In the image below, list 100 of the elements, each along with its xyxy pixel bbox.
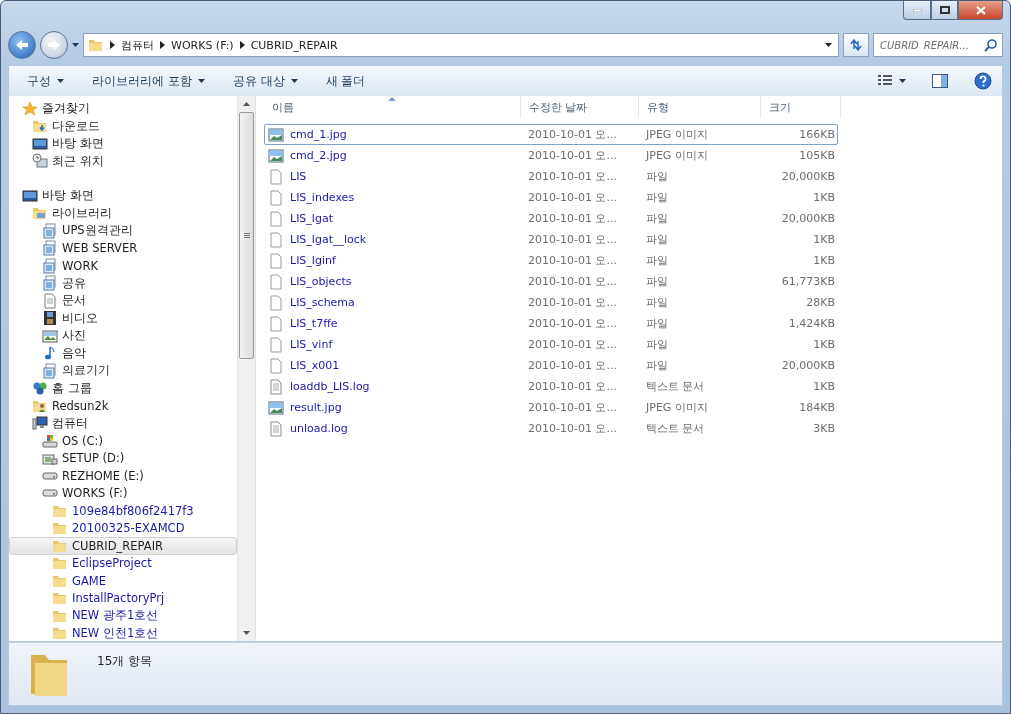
nav-item[interactable]: SETUP (D:) [9,449,237,467]
text-file-icon [268,420,284,437]
nav-item[interactable]: 컴퓨터 [9,414,237,432]
file-name: LIS_t7ffe [290,317,338,330]
downloads-folder-icon [32,118,48,135]
nav-item[interactable]: 바탕 화면 [9,135,237,153]
file-row[interactable]: LIS_lgat__lock 2010-10-01 오... 파일 1KB [264,229,838,250]
type-cell-text: 파일 [645,232,669,247]
size-cell-text: 20,000KB [780,170,835,183]
size-cell-text: 1KB [812,254,835,267]
nav-item[interactable]: 공유 [9,274,237,292]
text-file-icon [268,378,284,395]
breadcrumb[interactable]: CUBRID_REPAIR [250,38,338,52]
forward-button[interactable] [40,31,68,59]
scrollbar[interactable] [237,96,255,641]
file-row[interactable]: LIS_lgat 2010-10-01 오... 파일 20,000KB [264,208,838,229]
file-row[interactable]: LIS_x001 2010-10-01 오... 파일 20,000KB [264,355,838,376]
date-cell-text: 2010-10-01 오... [527,148,618,163]
nav-item[interactable]: 사진 [9,327,237,345]
column-header[interactable]: 유형 [639,96,761,118]
size-cell-text: 20,000KB [780,359,835,372]
nav-item[interactable]: 다운로드 [9,117,237,135]
file-row[interactable]: loaddb_LIS.log 2010-10-01 오... 텍스트 문서 1KB [264,376,838,397]
file-name: cmd_1.jpg [290,128,347,141]
nav-item[interactable]: 즐겨찾기 [9,100,237,118]
blank-file-icon [268,315,284,332]
type-cell-text: 파일 [645,295,669,310]
file-row[interactable]: result.jpg 2010-10-01 오... JPEG 이미지 184KB [264,397,838,418]
nav-item[interactable]: 20100325-EXAMCD [9,519,237,537]
close-icon [975,5,986,15]
toolbar-button[interactable]: 공유 대상 [220,68,310,94]
desktop-icon [22,187,38,204]
file-row[interactable]: LIS_vinf 2010-10-01 오... 파일 1KB [264,334,838,355]
file-row[interactable]: cmd_2.jpg 2010-10-01 오... JPEG 이미지 105KB [264,145,838,166]
size-cell-text: 184KB [798,401,835,414]
image-file-icon [268,147,284,164]
file-row[interactable]: cmd_1.jpg 2010-10-01 오... JPEG 이미지 166KB [264,124,838,145]
refresh-button[interactable] [843,33,869,57]
date-cell-text: 2010-10-01 오... [527,358,618,373]
blank-file-icon [268,273,284,290]
toolbar-button[interactable]: 새 폴더 [313,68,378,94]
back-button[interactable] [8,31,36,59]
scroll-up-icon[interactable] [243,102,250,106]
nav-item[interactable]: NEW 광주1호선 [9,607,237,625]
file-name: LIS_schema [290,296,355,309]
nav-item[interactable]: 라이브러리 [9,204,237,222]
column-header[interactable]: 수정한 날짜 [521,96,639,118]
breadcrumb[interactable]: WORKS (F:) [171,38,234,52]
toolbar-button[interactable]: 구성 [15,68,76,94]
maximize-button[interactable] [931,1,958,20]
nav-item[interactable]: EclipseProject [9,554,237,572]
date-cell-text: 2010-10-01 오... [527,127,618,142]
column-header[interactable]: 이름 [264,96,521,118]
nav-item[interactable]: 바탕 화면 [9,187,237,205]
item-count: 15개 항목 [97,653,153,670]
nav-item[interactable]: CUBRID_REPAIR [9,537,237,555]
sort-arrow-icon [388,97,396,101]
file-name: LIS_x001 [290,359,340,372]
minimize-button[interactable] [903,1,931,20]
blank-file-icon [268,336,284,353]
nav-item[interactable]: 비디오 [9,309,237,327]
file-row[interactable]: LIS_indexes 2010-10-01 오... 파일 1KB [264,187,838,208]
caret-icon[interactable] [825,43,832,47]
nav-item[interactable]: 문서 [9,292,237,310]
file-name: LIS_lgat__lock [290,233,367,246]
blank-file-icon [268,168,284,185]
nav-item[interactable]: 의료기기 [9,362,237,380]
nav-item[interactable]: 음악 [9,344,237,362]
caret-icon [57,79,64,83]
file-row[interactable]: LIS_schema 2010-10-01 오... 파일 28KB [264,292,838,313]
nav-item[interactable]: 109e84bf806f2417f3 [9,502,237,520]
address-bar[interactable]: 컴퓨터 WORKS (F:) CUBRID_REPAIR [83,33,839,57]
file-row[interactable]: LIS_t7ffe 2010-10-01 오... 파일 1,424KB [264,313,838,334]
nav-item[interactable]: InstallPactoryPrj [9,589,237,607]
nav-item[interactable]: REZHOME (E:) [9,467,237,485]
nav-item[interactable]: Redsun2k [9,397,237,415]
drive-icon [42,489,58,498]
scroll-down-icon[interactable] [243,631,250,635]
scroll-thumb[interactable] [239,112,254,359]
nav-item[interactable]: 최근 위치 [9,152,237,170]
folder-icon [88,37,104,53]
nav-item[interactable]: WORK [9,257,237,275]
grip-icon [243,233,250,238]
nav-item[interactable]: WORKS (F:) [9,484,237,502]
file-row[interactable]: LIS 2010-10-01 오... 파일 20,000KB [264,166,838,187]
column-header[interactable]: 크기 [761,96,841,118]
document-icon [42,292,58,309]
file-row[interactable]: LIS_objects 2010-10-01 오... 파일 61,773KB [264,271,838,292]
nav-item[interactable]: 홈 그룹 [9,379,237,397]
type-cell-text: 파일 [645,211,669,226]
breadcrumb[interactable]: 컴퓨터 [121,37,154,53]
toolbar-button[interactable]: 라이브러리에 포함 [80,68,217,94]
nav-item[interactable]: UPS원격관리 [9,222,237,240]
nav-item[interactable]: OS (C:) [9,432,237,450]
file-row[interactable]: LIS_lginf 2010-10-01 오... 파일 1KB [264,250,838,271]
nav-item[interactable]: NEW 인천1호선 [9,624,237,641]
nav-item[interactable]: WEB SERVER [9,239,237,257]
file-row[interactable]: unload.log 2010-10-01 오... 텍스트 문서 3KB [264,418,838,439]
nav-item[interactable]: GAME [9,572,237,590]
close-button[interactable] [958,1,1003,20]
